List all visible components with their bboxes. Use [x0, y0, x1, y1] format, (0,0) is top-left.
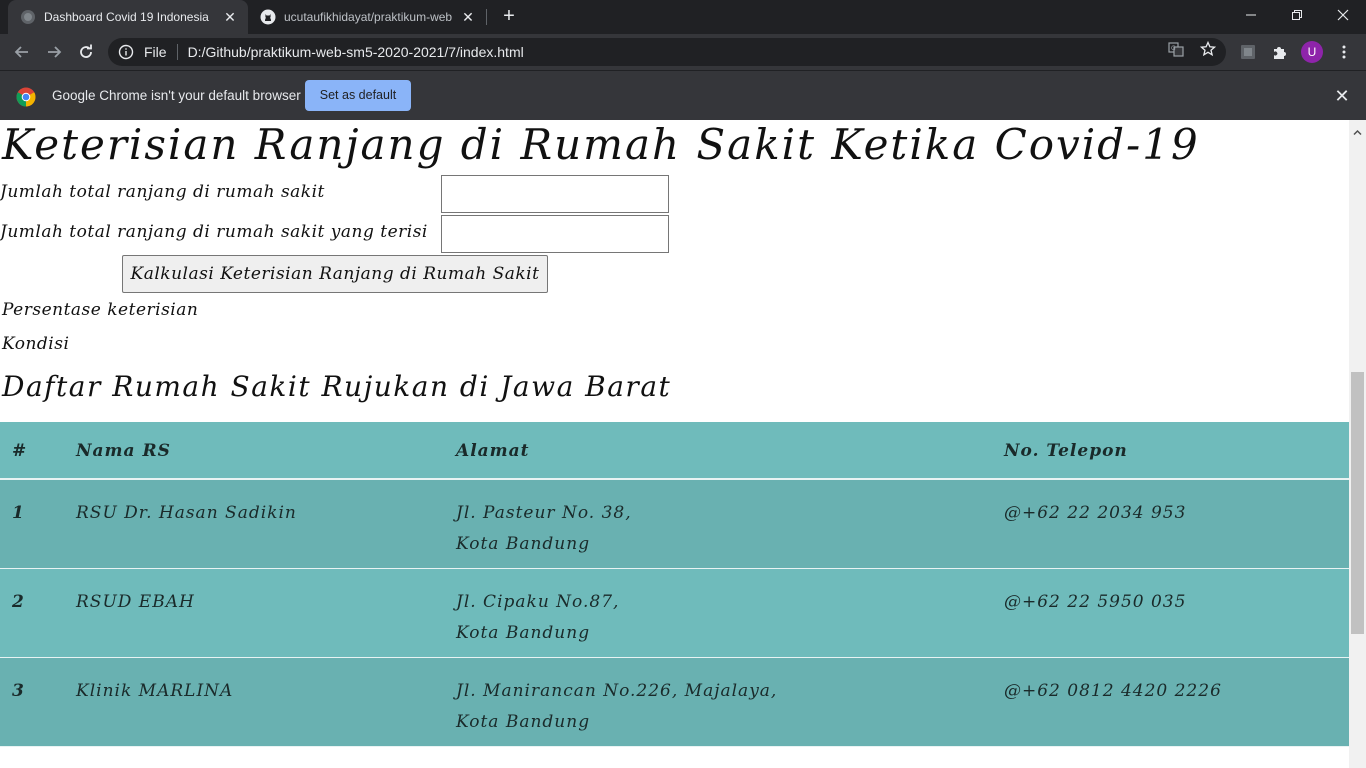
address-bar[interactable]: File D:/Github/praktikum-web-sm5-2020-20…	[108, 38, 1226, 66]
globe-icon	[20, 9, 36, 25]
extensions-puzzle-icon[interactable]	[1270, 42, 1290, 62]
calculate-button[interactable]: Kalkulasi Keterisian Ranjang di Rumah Sa…	[122, 255, 548, 293]
tab-title: ucutaufikhidayat/praktikum-web	[284, 10, 453, 24]
url-text[interactable]: D:/Github/praktikum-web-sm5-2020-2021/7/…	[188, 44, 1226, 60]
table-row: 2 RSUD EBAH Jl. Cipaku No.87, Kota Bandu…	[0, 569, 1349, 658]
close-infobar-icon[interactable]: ✕	[1332, 86, 1352, 106]
translate-icon[interactable]: G	[1167, 40, 1185, 58]
hospital-table: # Nama RS Alamat No. Telepon 1 RSU Dr. H…	[0, 422, 1349, 747]
reload-button[interactable]	[72, 38, 100, 66]
tab-dashboard[interactable]: Dashboard Covid 19 Indonesia ✕	[8, 0, 248, 34]
percentage-label: Persentase keterisian	[2, 300, 199, 320]
scrollbar-thumb[interactable]	[1351, 372, 1364, 634]
address-line-2: Kota Bandung	[456, 623, 591, 643]
condition-label: Kondisi	[2, 334, 70, 354]
hospital-address: Jl. Pasteur No. 38, Kota Bandung	[456, 498, 632, 560]
back-button[interactable]	[8, 38, 36, 66]
header-phone: No. Telepon	[1004, 441, 1128, 461]
forward-button[interactable]	[40, 38, 68, 66]
svg-text:G: G	[1171, 45, 1176, 52]
hospital-name: RSU Dr. Hasan Sadikin	[76, 503, 297, 523]
total-beds-input[interactable]	[441, 175, 669, 213]
close-tab-icon[interactable]: ✕	[460, 9, 476, 25]
menu-kebab-icon[interactable]	[1334, 42, 1354, 62]
extension-app-icon[interactable]	[1238, 42, 1258, 62]
close-tab-icon[interactable]: ✕	[222, 9, 238, 25]
tab-github[interactable]: ucutaufikhidayat/praktikum-web ✕	[248, 0, 486, 34]
filled-beds-input[interactable]	[441, 215, 669, 253]
url-scheme: File	[144, 44, 167, 60]
hospital-phone: @+62 0812 4420 2226	[1004, 681, 1222, 701]
hospital-name: Klinik MARLINA	[76, 681, 234, 701]
github-icon	[260, 9, 276, 25]
header-number: #	[12, 441, 28, 461]
address-line-2: Kota Bandung	[456, 534, 591, 554]
page-content: Keterisian Ranjang di Rumah Sakit Ketika…	[0, 120, 1349, 768]
address-line-1: Jl. Pasteur No. 38,	[456, 503, 632, 523]
hospital-phone: @+62 22 2034 953	[1004, 503, 1187, 523]
hospital-phone: @+62 22 5950 035	[1004, 592, 1187, 612]
filled-beds-label: Jumlah total ranjang di rumah sakit yang…	[0, 222, 428, 242]
header-name: Nama RS	[76, 441, 171, 461]
restore-button[interactable]	[1274, 0, 1320, 30]
vertical-scrollbar[interactable]	[1349, 120, 1366, 768]
set-as-default-button[interactable]: Set as default	[305, 80, 411, 111]
scroll-up-icon[interactable]	[1353, 124, 1362, 136]
profile-avatar[interactable]: U	[1301, 41, 1323, 63]
hospital-list-title: Daftar Rumah Sakit Rujukan di Jawa Barat	[2, 370, 672, 403]
hospital-name: RSUD EBAH	[76, 592, 195, 612]
page-title: Keterisian Ranjang di Rumah Sakit Ketika…	[2, 120, 1200, 169]
address-line-1: Jl. Cipaku No.87,	[456, 592, 620, 612]
bookmark-star-icon[interactable]	[1199, 40, 1217, 58]
hospital-address: Jl. Manirancan No.226, Majalaya, Kota Ba…	[456, 676, 777, 738]
hospital-address: Jl. Cipaku No.87, Kota Bandung	[456, 587, 619, 649]
row-number: 2	[12, 592, 25, 612]
address-line-1: Jl. Manirancan No.226, Majalaya,	[456, 681, 778, 701]
infobar-message: Google Chrome isn't your default browser	[52, 88, 301, 103]
tab-divider	[486, 9, 487, 25]
info-icon[interactable]	[118, 44, 134, 60]
page-viewport: Keterisian Ranjang di Rumah Sakit Ketika…	[0, 120, 1366, 768]
url-divider	[176, 44, 178, 60]
browser-toolbar: File D:/Github/praktikum-web-sm5-2020-20…	[0, 34, 1366, 70]
default-browser-infobar: Google Chrome isn't your default browser…	[0, 70, 1366, 120]
minimize-button[interactable]	[1228, 0, 1274, 30]
header-address: Alamat	[456, 441, 530, 461]
row-number: 3	[12, 681, 25, 701]
close-window-button[interactable]	[1320, 0, 1366, 30]
new-tab-button[interactable]: +	[498, 5, 520, 27]
tab-title: Dashboard Covid 19 Indonesia	[44, 10, 209, 24]
address-line-2: Kota Bandung	[456, 712, 591, 732]
table-header: # Nama RS Alamat No. Telepon	[0, 422, 1349, 480]
total-beds-label: Jumlah total ranjang di rumah sakit	[0, 182, 325, 202]
title-bar: Dashboard Covid 19 Indonesia ✕ ucutaufik…	[0, 0, 1366, 34]
table-row: 1 RSU Dr. Hasan Sadikin Jl. Pasteur No. …	[0, 480, 1349, 569]
row-number: 1	[12, 503, 25, 523]
chrome-logo-icon	[16, 87, 36, 107]
table-row: 3 Klinik MARLINA Jl. Manirancan No.226, …	[0, 658, 1349, 747]
